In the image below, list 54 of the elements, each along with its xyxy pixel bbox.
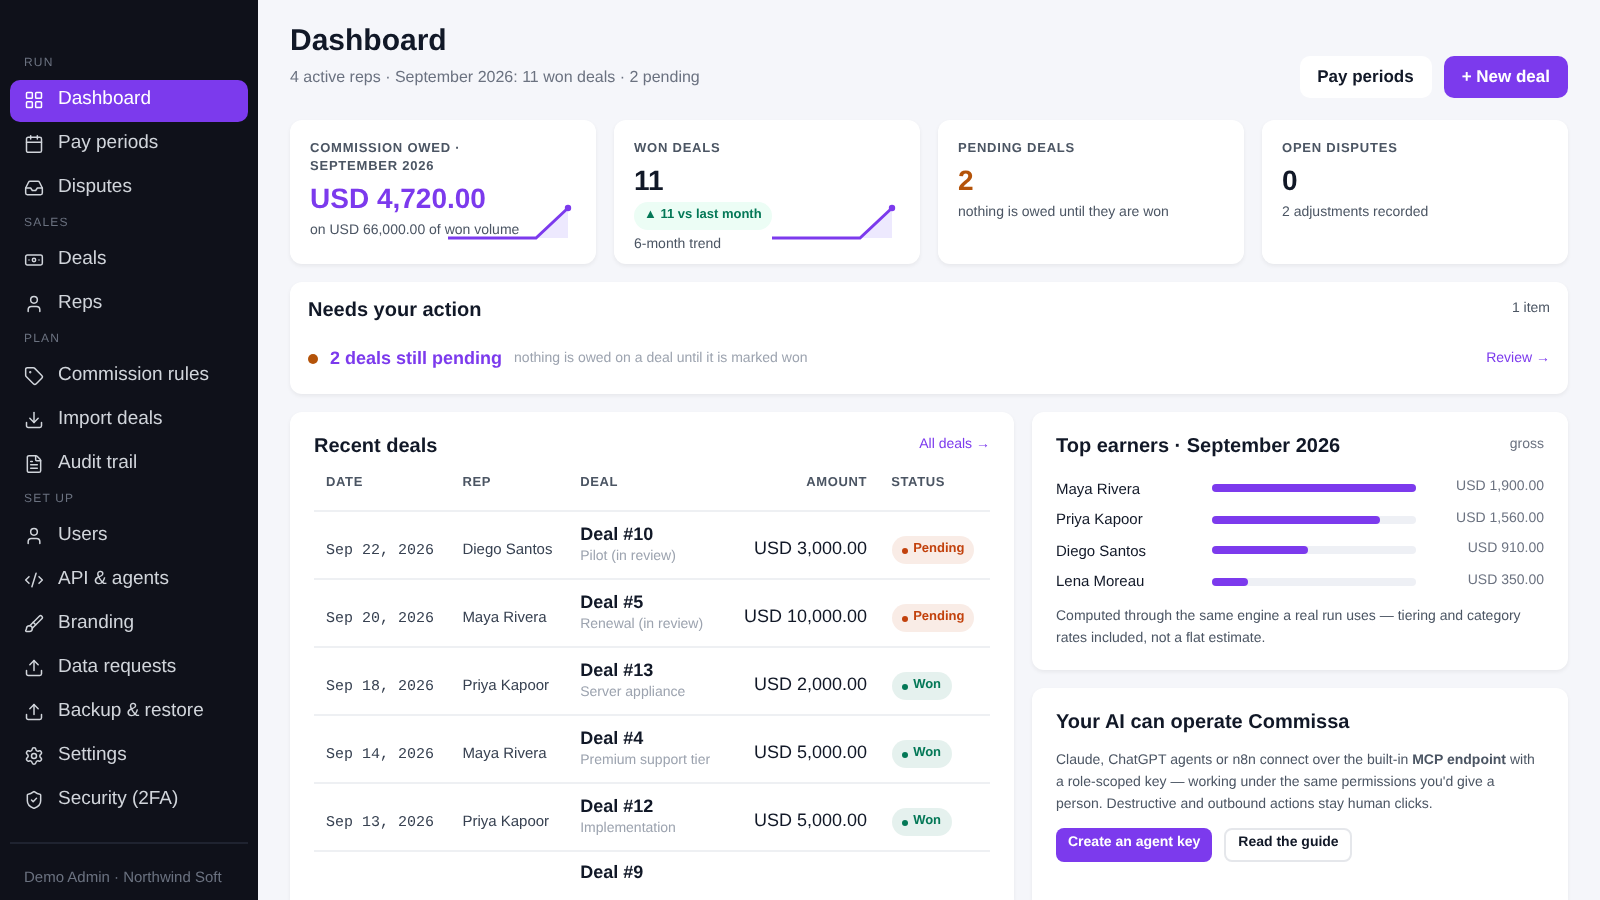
amount-cell: USD 3,000.00 [754,537,868,558]
sidebar-item[interactable]: Data requests [10,647,248,689]
panel-title: Recent deals [314,433,438,461]
stat-value: 2 [958,162,976,198]
download-icon [24,410,44,430]
deal-name: Deal #9 [580,860,646,887]
upload-icon [24,658,44,678]
user-icon [24,526,44,546]
page-title: Dashboard [290,22,449,62]
amount-cell: USD 10,000.00 [744,605,868,626]
code-icon [24,570,44,590]
header-button[interactable]: + New deal [1443,56,1568,98]
sidebar-item[interactable]: API & agents [10,559,248,601]
upload-icon [24,702,44,722]
panel-title: Top earners · September 2026 [1056,433,1341,461]
deal-name: Deal #4 [580,725,646,752]
sidebar-item[interactable]: Pay periods [10,123,248,165]
deal-name: Deal #13 [580,657,656,684]
grid-icon [24,90,44,110]
shield-icon [24,790,44,810]
header-button[interactable]: Pay periods [1299,56,1432,98]
sidebar-item[interactable]: Commission rules [10,355,248,397]
sidebar-item[interactable]: Deals [10,239,248,281]
page-subtitle: 4 active reps · September 2026: 11 won deals · 2 pending [290,66,700,90]
sidebar-item[interactable]: Settings [10,735,248,777]
calendar-icon [24,134,44,154]
tag-icon [24,366,44,386]
sidebar-item[interactable]: Import deals [10,399,248,441]
action-link[interactable]: 2 deals still pending [330,346,503,373]
sidebar-item[interactable]: Users [10,515,248,557]
deal-name: Deal #10 [580,521,656,548]
stat-value: 0 [1282,162,1300,198]
inbox-icon [24,178,44,198]
sidebar-item[interactable]: Reps [10,283,248,325]
panel-title: Your AI can operate Commissa [1056,709,1352,737]
sidebar-item[interactable]: Branding [10,603,248,645]
brush-icon [24,614,44,634]
sidebar-item[interactable]: Disputes [10,167,248,209]
sidebar-item[interactable]: Audit trail [10,443,248,485]
stat-value: USD 4,720.00 [310,180,488,216]
amount-cell: USD 2,000.00 [754,673,868,694]
sidebar-item[interactable]: Backup & restore [10,691,248,733]
deal-name: Deal #12 [580,793,656,820]
user-icon [24,294,44,314]
deal-name: Deal #5 [580,589,646,616]
document-icon [24,454,44,474]
stat-value: 11 [634,162,666,198]
settings-icon [24,746,44,766]
panel-title: Needs your action [308,298,482,326]
banknote-icon [24,250,44,270]
amount-cell: USD 5,000.00 [754,741,868,762]
sidebar-item[interactable]: Dashboard [10,79,248,121]
sidebar-item[interactable]: Security (2FA) [10,779,248,821]
amount-cell: USD 5,000.00 [754,809,868,830]
